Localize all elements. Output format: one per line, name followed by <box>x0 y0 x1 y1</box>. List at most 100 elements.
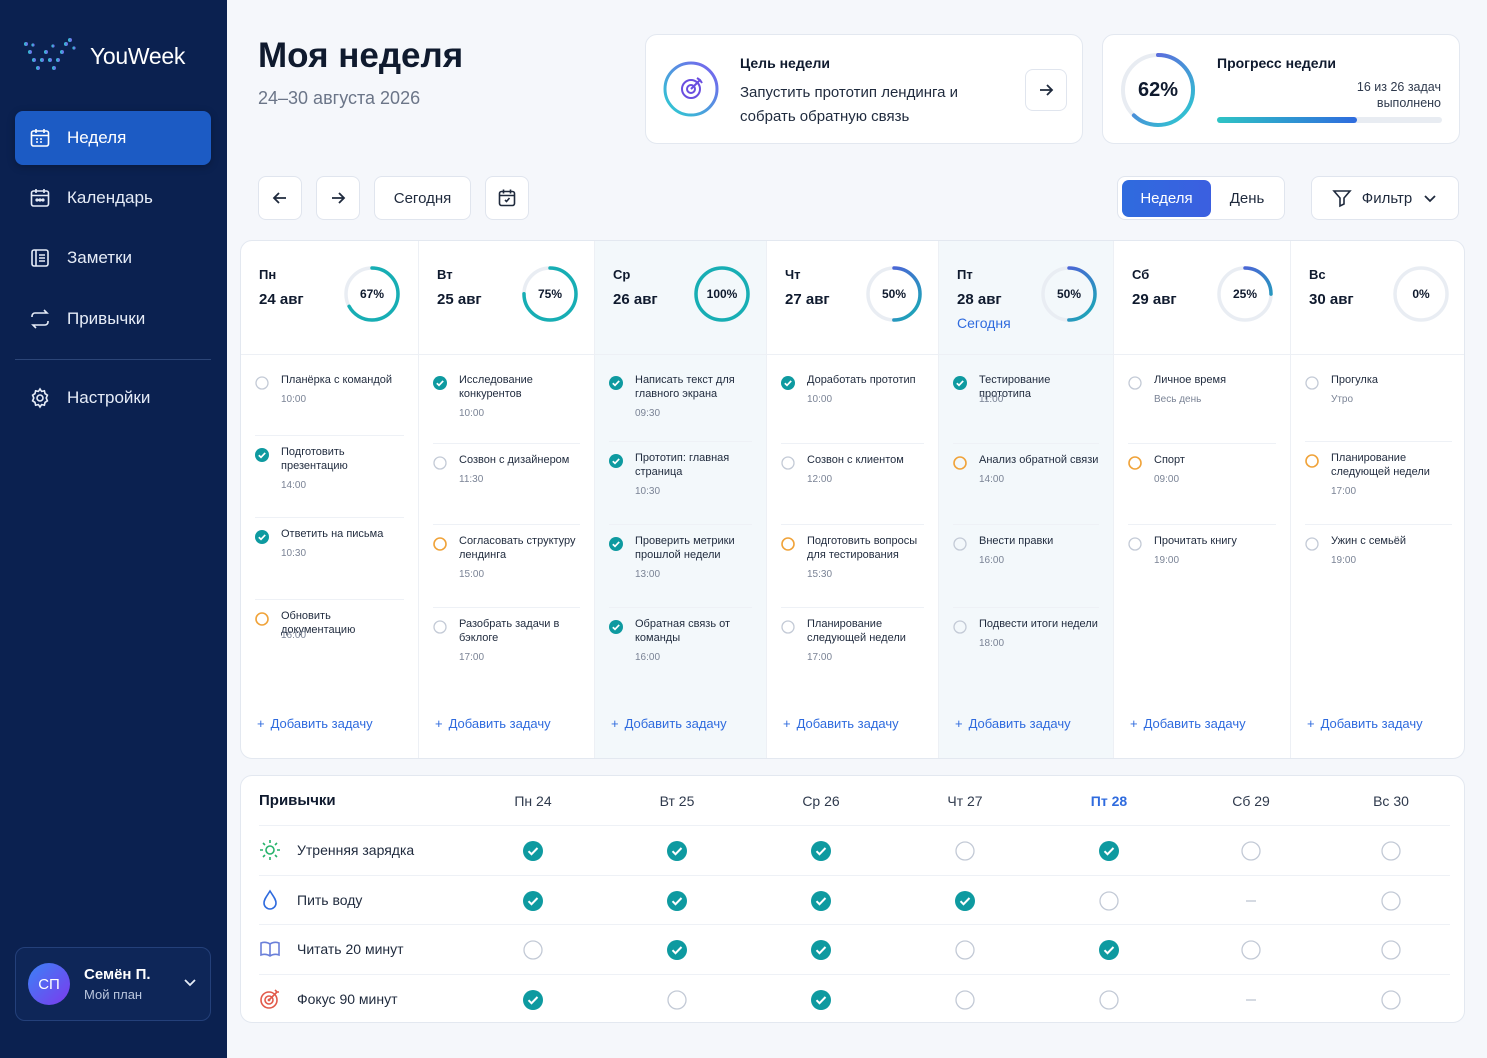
day-header[interactable]: Пн 24 авг 67% <box>241 241 418 355</box>
task-checkbox[interactable] <box>609 537 623 551</box>
task-checkbox[interactable] <box>781 376 795 390</box>
task-time: 15:00 <box>459 569 485 580</box>
task-checkbox[interactable] <box>255 612 269 626</box>
habit-checkbox[interactable] <box>667 841 687 861</box>
nav-item-calendar[interactable]: Календарь <box>15 171 211 225</box>
habit-checkbox[interactable] <box>1381 940 1401 960</box>
habit-checkbox[interactable] <box>523 890 543 911</box>
task-title: Планирование следующей недели <box>807 618 906 644</box>
task-checkbox[interactable] <box>1128 456 1142 470</box>
task-checkbox[interactable] <box>1305 376 1319 390</box>
task-checkbox[interactable] <box>1128 537 1142 551</box>
add-task-button[interactable]: + Добавить задачу <box>1307 716 1423 731</box>
task-checkbox[interactable] <box>255 376 269 390</box>
nav-item-habits[interactable]: Привычки <box>15 292 211 346</box>
task-checkbox[interactable] <box>433 456 447 470</box>
prev-week-button[interactable] <box>258 176 302 220</box>
task-checkbox[interactable] <box>953 376 967 390</box>
task-checkbox[interactable] <box>953 620 967 634</box>
add-task-button[interactable]: + Добавить задачу <box>257 716 373 731</box>
habit-checkbox[interactable] <box>667 989 687 1010</box>
task-time: 10:30 <box>281 548 307 559</box>
task-checkbox[interactable] <box>433 376 447 390</box>
habit-checkbox[interactable] <box>1241 940 1261 960</box>
task-checkbox[interactable] <box>609 376 623 390</box>
filter-button[interactable]: Фильтр <box>1311 176 1459 220</box>
habit-checkbox[interactable] <box>667 940 687 960</box>
habit-checkbox[interactable] <box>1099 841 1119 861</box>
add-task-button[interactable]: + Добавить задачу <box>955 716 1071 731</box>
task-divider <box>953 524 1099 525</box>
next-week-button[interactable] <box>316 176 360 220</box>
task-checkbox[interactable] <box>1128 376 1142 390</box>
gear-icon <box>29 387 51 409</box>
app-logo[interactable]: YouWeek <box>24 38 185 74</box>
habit-checkbox[interactable] <box>1241 891 1261 911</box>
add-task-button[interactable]: + Добавить задачу <box>435 716 551 731</box>
task-checkbox[interactable] <box>609 620 623 634</box>
habit-checkbox[interactable] <box>1099 940 1119 960</box>
habit-checkbox[interactable] <box>955 841 975 861</box>
target-icon <box>260 988 279 1009</box>
task-checkbox[interactable] <box>781 537 795 551</box>
task-checkbox[interactable] <box>255 448 269 462</box>
habit-checkbox[interactable] <box>811 989 831 1010</box>
task-checkbox[interactable] <box>1305 454 1319 468</box>
add-task-button[interactable]: + Добавить задачу <box>783 716 899 731</box>
goal-open-button[interactable] <box>1025 69 1067 111</box>
task-time: 09:30 <box>635 408 661 419</box>
task-checkbox[interactable] <box>1305 537 1319 551</box>
date-picker-button[interactable] <box>485 176 529 220</box>
habit-checkbox[interactable] <box>955 989 975 1010</box>
task-divider <box>1305 524 1452 525</box>
add-task-button[interactable]: + Добавить задачу <box>611 716 727 731</box>
habit-checkbox[interactable] <box>523 940 543 960</box>
habit-checkbox[interactable] <box>1381 989 1401 1010</box>
habit-checkbox[interactable] <box>1381 890 1401 911</box>
habit-checkbox[interactable] <box>1241 990 1261 1010</box>
task-checkbox[interactable] <box>781 620 795 634</box>
task-time: 16:00 <box>635 652 661 663</box>
habit-checkbox[interactable] <box>1099 890 1119 911</box>
habit-checkbox[interactable] <box>523 841 543 861</box>
day-header[interactable]: Сб 29 авг 25% <box>1114 241 1290 355</box>
task-checkbox[interactable] <box>953 537 967 551</box>
day-header[interactable]: Вс 30 авг 0% <box>1291 241 1464 355</box>
nav-item-settings[interactable]: Настройки <box>15 371 211 425</box>
task-title: Планирование следующей недели <box>1331 452 1430 478</box>
habit-checkbox[interactable] <box>955 940 975 960</box>
habit-checkbox[interactable] <box>1099 989 1119 1010</box>
day-header[interactable]: Ср 26 авг 100% <box>595 241 766 355</box>
nav-item-week[interactable]: Неделя <box>15 111 211 165</box>
habit-checkbox[interactable] <box>1241 841 1261 861</box>
task-checkbox[interactable] <box>433 537 447 551</box>
task-checkbox[interactable] <box>609 454 623 468</box>
habit-checkbox[interactable] <box>811 841 831 861</box>
habit-checkbox[interactable] <box>1381 841 1401 861</box>
day-header[interactable]: Пт 28 авг Сегодня 50% <box>939 241 1113 355</box>
add-task-button[interactable]: + Добавить задачу <box>1130 716 1246 731</box>
habit-checkbox[interactable] <box>811 940 831 960</box>
task-checkbox[interactable] <box>953 456 967 470</box>
task-checkbox[interactable] <box>433 620 447 634</box>
task-checkbox[interactable] <box>255 530 269 544</box>
habit-checkbox[interactable] <box>955 890 975 911</box>
task-checkbox[interactable] <box>781 456 795 470</box>
task-divider <box>609 607 752 608</box>
task-time: 18:00 <box>979 638 1005 649</box>
habit-name: Пить воду <box>297 891 363 908</box>
day-header[interactable]: Чт 27 авг 50% <box>767 241 938 355</box>
day-header[interactable]: Вт 25 авг 75% <box>419 241 594 355</box>
user-menu[interactable]: СП Семён П. Мой план <box>15 947 211 1021</box>
habit-checkbox[interactable] <box>811 890 831 911</box>
view-day-button[interactable]: День <box>1211 180 1283 217</box>
habit-checkbox[interactable] <box>667 890 687 911</box>
day-progress-ring: 0% <box>1392 265 1450 323</box>
task-time: 17:00 <box>807 652 833 663</box>
today-button[interactable]: Сегодня <box>374 176 471 220</box>
day-progress-percent: 50% <box>881 287 907 301</box>
nav-item-notes[interactable]: Заметки <box>15 231 211 285</box>
week-board: Пн 24 авг 67% Планёрка с командой 10:00 … <box>240 240 1465 759</box>
habit-checkbox[interactable] <box>523 989 543 1010</box>
view-week-button[interactable]: Неделя <box>1122 180 1211 217</box>
